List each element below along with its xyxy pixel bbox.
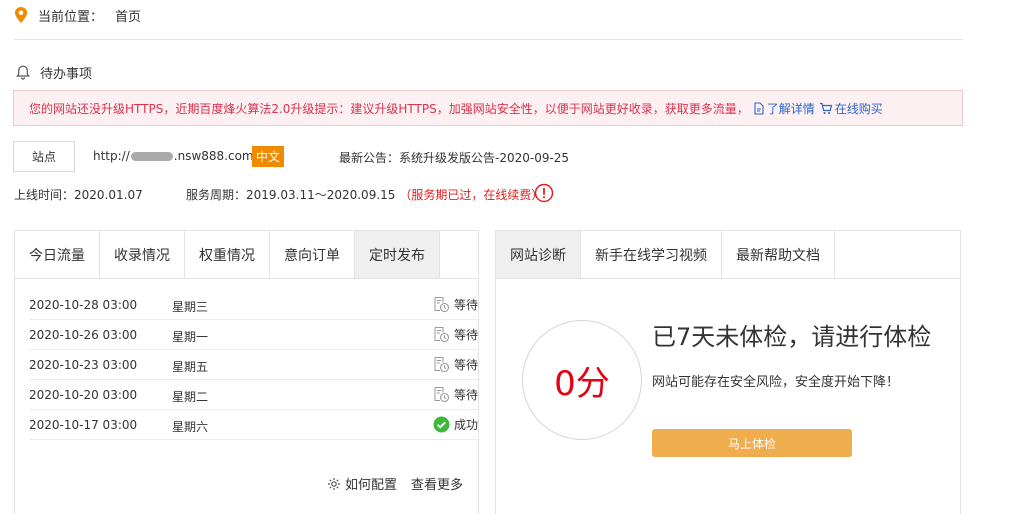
row-status-text: 等待: [453, 328, 478, 342]
row-weekday: 星期一: [172, 330, 209, 344]
clock-document-icon: [434, 327, 450, 343]
divider: [14, 39, 963, 40]
todo-title-text: 待办事项: [40, 66, 93, 82]
notice-text: 您的网站还没升级HTTPS，近期百度烽火算法2.0升级提示：建议升级HTTPS，…: [29, 101, 749, 116]
row-date: 2020-10-26 03:00: [29, 328, 138, 342]
row-date: 2020-10-17 03:00: [29, 418, 138, 432]
security-score: 0分: [522, 320, 642, 440]
how-to-configure-text: 如何配置: [344, 478, 397, 493]
row-status-text: 成功: [453, 418, 478, 432]
service-period-text: 服务周期：2019.03.11～2020.09.15: [186, 188, 396, 202]
clock-document-icon: [434, 387, 450, 403]
row-status-text: 等待: [453, 388, 478, 402]
success-check-icon: [433, 416, 450, 433]
breadcrumb: 当前位置： 首页: [14, 4, 141, 26]
row-date: 2020-10-28 03:00: [29, 298, 138, 312]
tab-intent-orders[interactable]: 意向订单: [270, 231, 355, 278]
right-tabs: 网站诊断 新手在线学习视频 最新帮助文档: [496, 231, 960, 279]
buy-link-text: 在线购买: [834, 101, 883, 116]
table-row: 2020-10-26 03:00 星期一 等待: [29, 320, 478, 350]
row-weekday: 星期二: [172, 390, 209, 404]
left-tabs: 今日流量 收录情况 权重情况 意向订单 定时发布: [15, 231, 478, 279]
detail-link-text: 了解详情: [766, 101, 815, 116]
site-url-suffix: .nsw888.com: [173, 149, 254, 163]
buy-online-link[interactable]: 在线购买: [819, 100, 883, 117]
tab-site-diagnosis[interactable]: 网站诊断: [496, 231, 581, 278]
schedule-panel: 今日流量 收录情况 权重情况 意向订单 定时发布 2020-10-28 03:0…: [14, 230, 479, 514]
tab-learning-videos[interactable]: 新手在线学习视频: [581, 231, 722, 278]
clock-document-icon: [434, 357, 450, 373]
view-more-link[interactable]: 查看更多: [411, 474, 463, 493]
site-button[interactable]: 站点: [13, 141, 75, 172]
renew-link[interactable]: （服务期已过，在线续费）: [399, 188, 543, 202]
table-row: 2020-10-20 03:00 星期二 等待: [29, 380, 478, 410]
location-pin-icon: [15, 7, 27, 23]
checkup-title: 已7天未体检，请进行体检: [652, 323, 932, 351]
site-url-prefix: http://: [93, 149, 130, 163]
gear-icon: [327, 477, 340, 490]
row-status: 等待: [433, 386, 478, 403]
tab-weight[interactable]: 权重情况: [185, 231, 270, 278]
detail-link[interactable]: 了解详情: [753, 100, 815, 117]
row-status-text: 等待: [453, 298, 478, 312]
row-status: 等待: [433, 326, 478, 343]
row-weekday: 星期五: [172, 360, 209, 374]
row-status-text: 等待: [453, 358, 478, 372]
start-checkup-button[interactable]: 马上体检: [652, 429, 852, 457]
service-period: 服务周期：2019.03.11～2020.09.15 （服务期已过，在线续费）: [186, 186, 543, 203]
warning-icon: [534, 183, 554, 203]
diagnosis-panel: 网站诊断 新手在线学习视频 最新帮助文档 0分 已7天未体检，请进行体检 网站可…: [495, 230, 961, 514]
panel-footer-links: 如何配置 查看更多: [327, 474, 463, 493]
row-weekday: 星期六: [172, 420, 209, 434]
clock-document-icon: [434, 297, 450, 313]
table-row: 2020-10-17 03:00 星期六 成功: [29, 410, 478, 440]
row-weekday: 星期三: [172, 300, 209, 314]
tab-help-docs[interactable]: 最新帮助文档: [722, 231, 835, 278]
tab-indexing[interactable]: 收录情况: [100, 231, 185, 278]
checkup-subtitle: 网站可能存在安全风险，安全度开始下降！: [652, 375, 900, 390]
row-status: 等待: [433, 296, 478, 313]
breadcrumb-label: 当前位置：: [38, 9, 104, 25]
document-icon: [754, 101, 764, 115]
how-to-configure-link[interactable]: 如何配置: [327, 474, 397, 493]
bell-icon: [16, 65, 30, 80]
cart-icon: [819, 102, 833, 114]
online-time: 上线时间：2020.01.07: [14, 188, 143, 202]
redacted-domain: [130, 151, 173, 161]
todo-section-title: 待办事项: [16, 62, 92, 82]
tab-scheduled-publish[interactable]: 定时发布: [355, 231, 440, 278]
row-date: 2020-10-23 03:00: [29, 358, 138, 372]
table-row: 2020-10-28 03:00 星期三 等待: [29, 290, 478, 320]
row-date: 2020-10-20 03:00: [29, 388, 138, 402]
row-status: 等待: [433, 356, 478, 373]
site-url[interactable]: http:// .nsw888.com: [93, 149, 254, 163]
https-notice-banner: 您的网站还没升级HTTPS，近期百度烽火算法2.0升级提示：建议升级HTTPS，…: [13, 90, 963, 126]
row-status: 成功: [433, 416, 478, 433]
breadcrumb-home-link[interactable]: 首页: [115, 6, 141, 25]
language-badge[interactable]: 中文: [252, 146, 284, 167]
latest-announcement[interactable]: 最新公告：系统升级发版公告-2020-09-25: [339, 149, 569, 166]
tab-today-traffic[interactable]: 今日流量: [15, 231, 100, 278]
table-row: 2020-10-23 03:00 星期五 等待: [29, 350, 478, 380]
